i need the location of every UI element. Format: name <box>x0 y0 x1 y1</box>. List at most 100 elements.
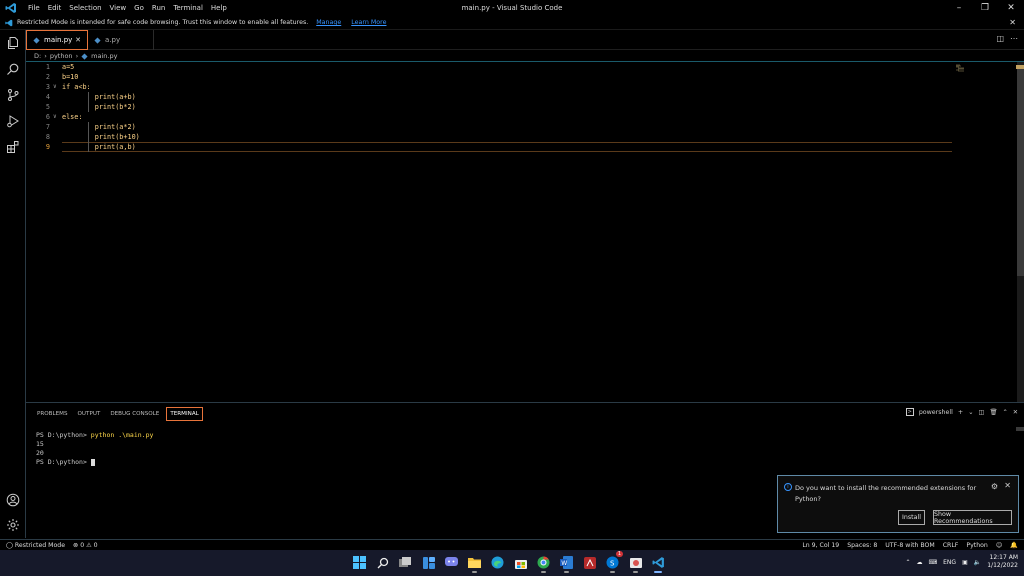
breadcrumb-folder[interactable]: python <box>50 52 73 60</box>
vscode-logo-icon <box>4 1 18 15</box>
chevron-down-icon[interactable]: ⌄ <box>968 409 973 416</box>
source-control-icon[interactable] <box>0 82 26 108</box>
explorer-icon[interactable] <box>0 30 26 56</box>
volume-icon[interactable]: 🔈 <box>974 559 981 566</box>
onedrive-cloud-icon[interactable]: ☁ <box>916 559 922 566</box>
menu-edit[interactable]: Edit <box>44 4 66 12</box>
language-mode[interactable]: Python <box>966 542 987 549</box>
menu-run[interactable]: Run <box>148 4 169 12</box>
trash-icon[interactable]: 🗑 <box>989 408 997 416</box>
menu-view[interactable]: View <box>106 4 131 12</box>
skype-icon[interactable]: S 1 <box>604 551 623 573</box>
minimap[interactable] <box>956 64 966 72</box>
cursor-position[interactable]: Ln 9, Col 19 <box>802 542 839 549</box>
banner-close-icon[interactable]: ✕ <box>1009 18 1016 27</box>
tab-main-py[interactable]: main.py ✕ <box>26 30 88 50</box>
fold-chevron-icon[interactable]: ∨ <box>53 112 57 122</box>
prompt: PS D:\python> <box>36 431 91 439</box>
widgets-icon[interactable] <box>420 554 437 571</box>
run-debug-icon[interactable] <box>0 108 26 134</box>
install-button[interactable]: Install <box>898 510 925 525</box>
network-icon[interactable]: ▣ <box>962 559 968 566</box>
snipping-tool-icon[interactable] <box>627 554 644 573</box>
minimize-button[interactable]: – <box>946 0 972 16</box>
indentation[interactable]: Spaces: 8 <box>847 542 877 549</box>
edge-browser-icon[interactable] <box>489 554 506 571</box>
tray-overflow-chevron-icon[interactable]: ⌃ <box>905 559 910 566</box>
tab-output[interactable]: OUTPUT <box>75 407 104 421</box>
tab-a-py[interactable]: a.py <box>88 30 154 50</box>
indent-guide <box>88 122 89 152</box>
terminal-output[interactable]: PS D:\python> python .\main.py 15 20 PS … <box>36 431 153 467</box>
breadcrumb-file[interactable]: main.py <box>91 52 117 60</box>
line-endings[interactable]: CRLF <box>943 542 959 549</box>
activity-bar <box>0 30 26 538</box>
windows-start-icon[interactable] <box>351 554 368 571</box>
terminal-line: 20 <box>36 449 44 457</box>
learn-more-link[interactable]: Learn More <box>351 19 386 26</box>
clock-date: 1/12/2022 <box>987 562 1018 569</box>
running-indicator <box>541 571 546 573</box>
teams-chat-icon[interactable] <box>443 554 460 571</box>
tab-problems[interactable]: PROBLEMS <box>34 407 71 421</box>
code-editor[interactable]: 1 a=5 2 b=10 3 ∨ if a<b: 4 print(a+b) 5 prin… <box>26 61 1024 402</box>
editor-scrollbar[interactable] <box>1016 62 1024 402</box>
manage-link[interactable]: Manage <box>316 19 341 26</box>
close-panel-icon[interactable]: ✕ <box>1013 409 1018 416</box>
extensions-icon[interactable] <box>0 134 26 160</box>
split-editor-icon[interactable]: ◫ <box>996 34 1004 43</box>
running-indicator <box>472 571 477 573</box>
tab-close-icon[interactable]: ✕ <box>75 36 81 44</box>
vscode-taskbar-icon[interactable] <box>650 554 667 573</box>
app-red-icon[interactable] <box>581 554 598 571</box>
menu-file[interactable]: File <box>24 4 44 12</box>
more-actions-icon[interactable]: ⋯ <box>1010 34 1018 43</box>
problems-status[interactable]: ⊗ 0 ⚠ 0 <box>73 542 98 549</box>
language-indicator[interactable]: ENG <box>943 559 956 566</box>
svg-text:S: S <box>610 560 615 568</box>
notification-settings-gear-icon[interactable]: ⚙ <box>991 482 998 491</box>
restricted-mode-status[interactable]: ◯ Restricted Mode <box>6 542 65 549</box>
taskbar-search-icon[interactable] <box>374 554 391 571</box>
banner-text: Restricted Mode is intended for safe cod… <box>17 19 309 26</box>
feedback-icon[interactable]: ☺ <box>996 542 1002 549</box>
fold-chevron-icon[interactable]: ∨ <box>53 82 57 92</box>
shell-name[interactable]: powershell <box>919 409 953 416</box>
menu-go[interactable]: Go <box>130 4 148 12</box>
code-text: a=5 <box>62 63 75 71</box>
line-number: 9 <box>45 143 50 151</box>
scroll-thumb[interactable] <box>1017 66 1024 276</box>
terminal-scrollbar[interactable] <box>1016 427 1024 431</box>
new-terminal-icon[interactable]: + <box>958 409 963 416</box>
svg-text:W: W <box>561 560 567 567</box>
task-view-icon[interactable] <box>397 554 414 571</box>
keyboard-icon[interactable]: ⌨ <box>928 559 937 566</box>
running-indicator <box>564 571 569 573</box>
tab-terminal[interactable]: TERMINAL <box>166 407 203 421</box>
encoding[interactable]: UTF-8 with BOM <box>885 542 934 549</box>
close-window-button[interactable]: ✕ <box>998 0 1024 16</box>
menu-terminal[interactable]: Terminal <box>169 4 207 12</box>
error-icon: ⊗ <box>73 541 79 549</box>
menu-help[interactable]: Help <box>207 4 231 12</box>
menu-selection[interactable]: Selection <box>65 4 105 12</box>
breadcrumb-drive[interactable]: D: <box>34 52 41 60</box>
accounts-icon[interactable] <box>0 487 26 513</box>
microsoft-store-icon[interactable] <box>512 554 529 571</box>
breadcrumb: D: › python › main.py <box>34 51 117 61</box>
word-icon[interactable]: W <box>558 554 575 573</box>
clock[interactable]: 12:17 AM 1/12/2022 <box>987 554 1018 570</box>
file-explorer-icon[interactable] <box>466 554 483 573</box>
code-line: 7 print(a*2) <box>26 122 956 132</box>
settings-gear-icon[interactable] <box>0 512 26 538</box>
notifications-bell-icon[interactable]: 🔔 <box>1010 541 1018 549</box>
chrome-icon[interactable] <box>535 554 552 573</box>
restore-button[interactable]: ❐ <box>972 0 998 16</box>
split-terminal-icon[interactable]: ◫ <box>978 409 984 416</box>
search-icon[interactable] <box>0 56 26 82</box>
tab-debug-console[interactable]: DEBUG CONSOLE <box>107 407 162 421</box>
show-recommendations-button[interactable]: Show Recommendations <box>933 510 1012 525</box>
notification-close-icon[interactable]: ✕ <box>1004 481 1011 490</box>
code-text: print(b+10) <box>62 133 140 141</box>
maximize-panel-icon[interactable]: ⌃ <box>1002 409 1007 416</box>
